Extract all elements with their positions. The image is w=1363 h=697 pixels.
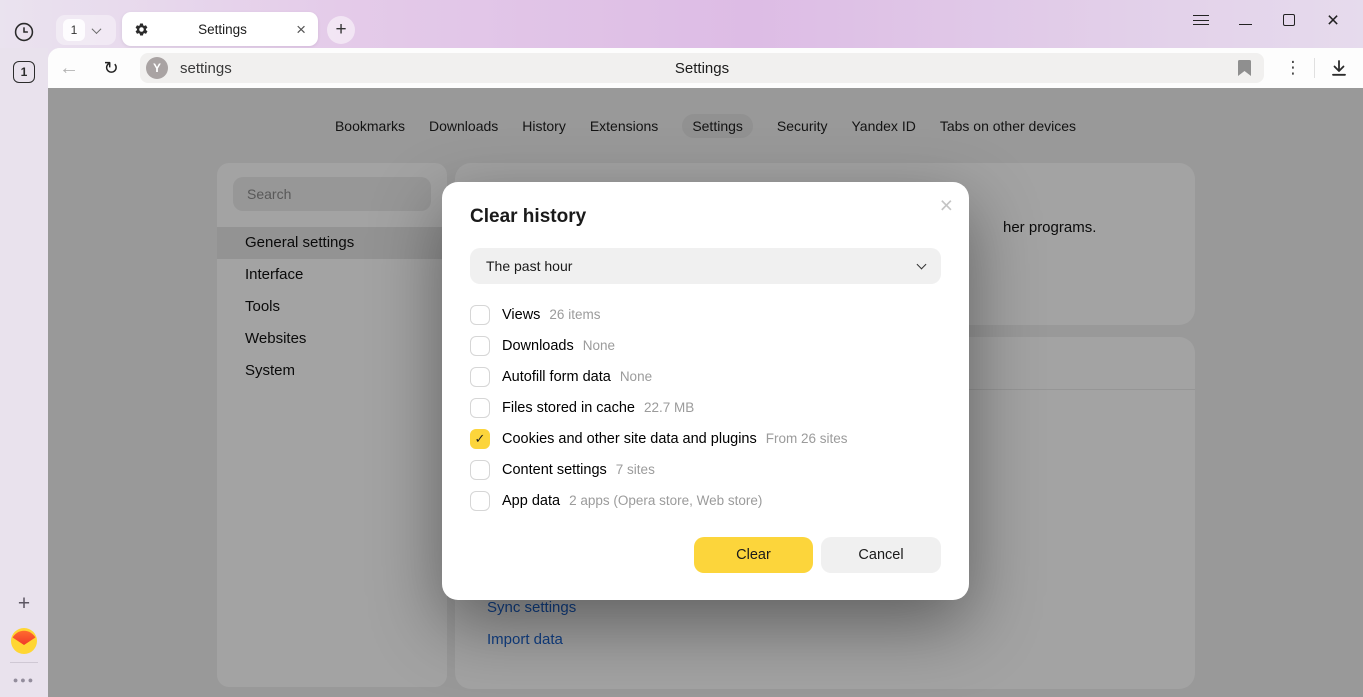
option-detail: 7 sites	[616, 462, 655, 477]
clear-button[interactable]: Clear	[694, 537, 813, 573]
checkbox[interactable]: ✓	[470, 367, 490, 387]
clear-option-row: ✓ Content settings 7 sites	[470, 454, 949, 485]
rail-divider	[10, 662, 38, 663]
tab-group-control[interactable]: 1	[56, 15, 116, 45]
back-icon[interactable]: ←	[48, 48, 90, 88]
window-close-button[interactable]: ×	[1311, 0, 1355, 40]
settings-page: BookmarksDownloadsHistoryExtensionsSetti…	[48, 88, 1363, 697]
minimize-button[interactable]	[1223, 0, 1267, 40]
option-label: Cookies and other site data and plugins	[502, 431, 757, 447]
checkbox[interactable]: ✓	[470, 336, 490, 356]
checkbox[interactable]: ✓	[470, 429, 490, 449]
clear-option-row: ✓ Files stored in cache 22.7 MB	[470, 392, 949, 423]
option-detail: 2 apps (Opera store, Web store)	[569, 493, 762, 508]
checkbox[interactable]: ✓	[470, 398, 490, 418]
option-label: Views	[502, 307, 540, 323]
clear-options-list: ✓ Views 26 items ✓ Downloads None ✓ Auto…	[470, 299, 949, 516]
titlebar: 1 Settings × + ×	[0, 0, 1363, 48]
rail-more-icon[interactable]: ●●●	[0, 675, 48, 685]
dialog-title: Clear history	[470, 206, 586, 228]
yandex-mail-icon[interactable]	[11, 628, 37, 654]
option-label: Content settings	[502, 462, 607, 478]
downloads-icon[interactable]	[1315, 48, 1363, 88]
check-icon: ✓	[475, 431, 486, 447]
option-label: Autofill form data	[502, 369, 611, 385]
new-tab-button[interactable]: +	[327, 16, 355, 44]
rail-tab-count[interactable]: 1	[13, 61, 35, 83]
option-label: Downloads	[502, 338, 574, 354]
option-detail: 26 items	[549, 307, 600, 322]
content-window: ← ↻ Y settings Settings ⋮ BookmarksDownl…	[48, 48, 1363, 697]
tab-count-badge: 1	[63, 19, 85, 41]
tab-settings[interactable]: Settings ×	[122, 12, 318, 46]
rail-add-icon[interactable]: +	[0, 592, 48, 616]
clear-option-row: ✓ App data 2 apps (Opera store, Web stor…	[470, 485, 949, 516]
option-detail: None	[583, 338, 615, 353]
clear-option-row: ✓ Autofill form data None	[470, 361, 949, 392]
history-clock-icon[interactable]	[13, 21, 35, 43]
dialog-close-icon[interactable]: ×	[940, 194, 953, 217]
clear-option-row: ✓ Downloads None	[470, 330, 949, 361]
cancel-button[interactable]: Cancel	[821, 537, 941, 573]
checkbox[interactable]: ✓	[470, 491, 490, 511]
clear-option-row: ✓ Views 26 items	[470, 299, 949, 330]
tab-close-icon[interactable]: ×	[296, 21, 306, 38]
option-detail: 22.7 MB	[644, 400, 694, 415]
url-text: settings	[180, 60, 232, 77]
time-range-value: The past hour	[486, 258, 918, 274]
clear-option-row: ✓ Cookies and other site data and plugin…	[470, 423, 949, 454]
maximize-button[interactable]	[1267, 0, 1311, 40]
checkbox[interactable]: ✓	[470, 305, 490, 325]
omnibox-page-title: Settings	[140, 60, 1264, 77]
option-detail: From 26 sites	[766, 431, 848, 446]
gear-icon	[134, 22, 149, 37]
chevron-down-icon	[92, 24, 102, 34]
option-detail: None	[620, 369, 652, 384]
clear-history-dialog: Clear history × The past hour ✓ Views 26…	[442, 182, 969, 600]
reload-icon[interactable]: ↻	[90, 48, 132, 88]
time-range-select[interactable]: The past hour	[470, 248, 941, 284]
browser-menu-icon[interactable]	[1179, 0, 1223, 40]
option-label: App data	[502, 493, 560, 509]
address-bar[interactable]: Y settings Settings	[140, 53, 1264, 83]
tab-title: Settings	[149, 22, 296, 37]
site-icon: Y	[146, 57, 168, 79]
left-rail: 1 + ●●●	[0, 48, 48, 697]
toolbar-more-icon[interactable]: ⋮	[1272, 48, 1314, 88]
window-controls: ×	[1179, 0, 1355, 40]
option-label: Files stored in cache	[502, 400, 635, 416]
toolbar: ← ↻ Y settings Settings ⋮	[48, 48, 1363, 88]
checkbox[interactable]: ✓	[470, 460, 490, 480]
chevron-down-icon	[917, 259, 927, 269]
bookmark-icon[interactable]	[1232, 57, 1256, 79]
